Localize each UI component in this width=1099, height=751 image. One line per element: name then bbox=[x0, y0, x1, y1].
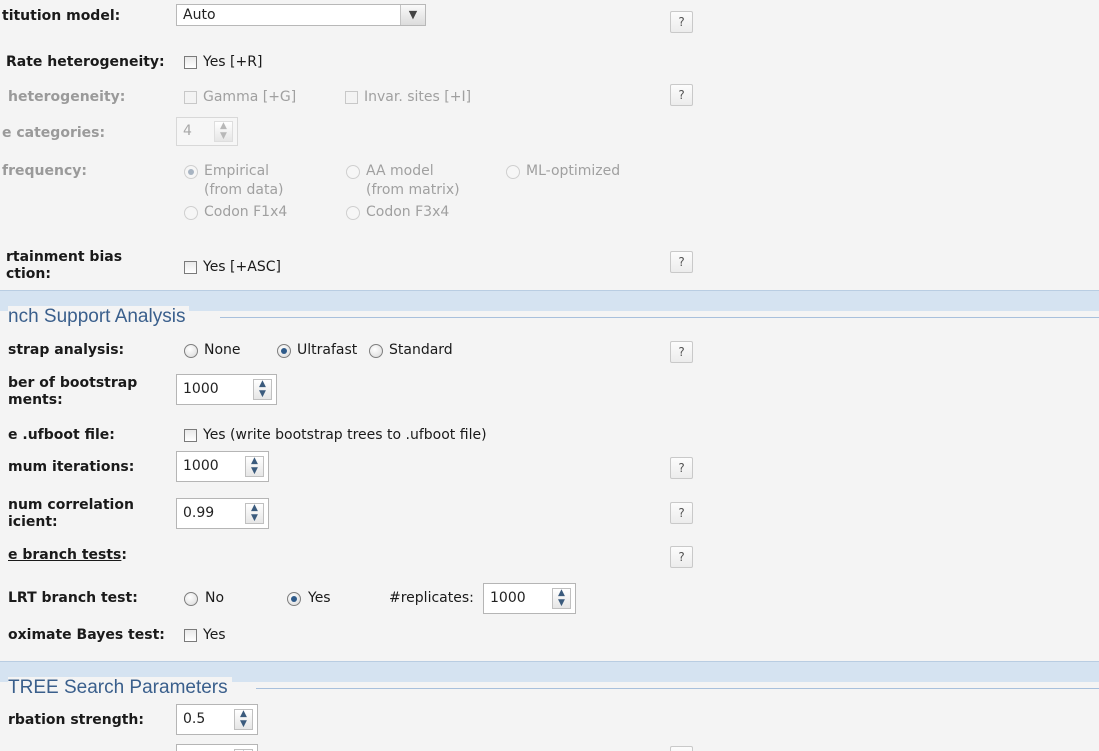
rate-categories-value: 4 bbox=[183, 123, 192, 139]
gamma-option: Gamma [+G] bbox=[203, 89, 297, 105]
alrt-no-label: No bbox=[205, 590, 225, 606]
bootstrap-none-radio[interactable] bbox=[184, 344, 198, 358]
bootstrap-ultrafast-label: Ultrafast bbox=[297, 342, 358, 358]
search-parameters-section-title: TREE Search Parameters bbox=[8, 677, 232, 699]
min-correlation-spinner[interactable]: 0.99 ▲ ▼ bbox=[176, 498, 269, 529]
freq-empirical-radio[interactable] bbox=[184, 165, 198, 179]
freq-codon-f3x4-label: Codon F3x4 bbox=[366, 204, 450, 220]
gamma-checkbox[interactable] bbox=[184, 91, 197, 104]
substitution-model-label: titution model: bbox=[2, 8, 121, 24]
bootstrap-none-label: None bbox=[204, 342, 241, 358]
max-iterations-help-button[interactable]: ? bbox=[670, 457, 693, 479]
perturbation-strength-label: rbation strength: bbox=[8, 712, 144, 728]
rate-categories-spinner[interactable]: 4 ▲ ▼ bbox=[176, 117, 238, 146]
next-help-button-partial[interactable] bbox=[670, 746, 693, 751]
ascertainment-bias-checkbox[interactable] bbox=[184, 261, 197, 274]
freq-codon-f1x4-radio[interactable] bbox=[184, 206, 198, 220]
bootstrap-replicates-value: 1000 bbox=[183, 381, 219, 397]
next-spinner-partial[interactable]: ▲▼ bbox=[176, 744, 258, 751]
max-iterations-spinner[interactable]: 1000 ▲ ▼ bbox=[176, 451, 269, 482]
bootstrap-help-button[interactable]: ? bbox=[670, 341, 693, 363]
freq-codon-f1x4-label: Codon F1x4 bbox=[204, 204, 288, 220]
spinner-arrows-icon[interactable]: ▲▼ bbox=[552, 588, 571, 609]
bootstrap-standard-radio[interactable] bbox=[369, 344, 383, 358]
rate-heterogeneity-checkbox[interactable] bbox=[184, 56, 197, 69]
rate-heterogeneity-option: Yes [+R] bbox=[203, 54, 263, 70]
freq-codon-f3x4-radio[interactable] bbox=[346, 206, 360, 220]
max-iterations-label: mum iterations: bbox=[8, 459, 135, 475]
ascertainment-bias-option: Yes [+ASC] bbox=[203, 259, 281, 275]
alrt-replicates-value: 1000 bbox=[490, 590, 526, 606]
perturbation-strength-spinner[interactable]: 0.5 ▲ ▼ bbox=[176, 704, 258, 735]
branch-support-section-title: nch Support Analysis bbox=[8, 306, 190, 328]
section-divider bbox=[220, 317, 1099, 318]
perturbation-strength-value: 0.5 bbox=[183, 711, 206, 727]
invar-sites-checkbox[interactable] bbox=[345, 91, 358, 104]
min-correlation-value: 0.99 bbox=[183, 505, 215, 521]
bootstrap-replicates-label-line2: ments: bbox=[8, 392, 63, 408]
alrt-yes-radio[interactable] bbox=[287, 592, 301, 606]
substitution-model-select[interactable]: Auto ▼ bbox=[176, 4, 426, 26]
invar-sites-option: Invar. sites [+I] bbox=[364, 89, 472, 105]
ascertainment-bias-help-button[interactable]: ? bbox=[670, 251, 693, 273]
search-parameters-section-header: TREE Search Parameters bbox=[0, 661, 1099, 699]
iqtree-options-panel: titution model: Auto ▼ ? Rate heterogene… bbox=[0, 0, 1099, 751]
freq-aa-model-radio[interactable] bbox=[346, 165, 360, 179]
spinner-arrows-icon[interactable]: ▲▼ bbox=[245, 503, 264, 524]
section-divider bbox=[256, 688, 1099, 689]
min-correlation-label-line1: num correlation bbox=[8, 497, 134, 513]
max-iterations-value: 1000 bbox=[183, 458, 219, 474]
heterogeneity-label: heterogeneity: bbox=[8, 89, 126, 105]
freq-aa-model-label: AA model bbox=[366, 163, 434, 179]
freq-ml-optimized-label: ML-optimized bbox=[526, 163, 621, 179]
heterogeneity-help-button[interactable]: ? bbox=[670, 84, 693, 106]
bootstrap-ultrafast-radio[interactable] bbox=[277, 344, 291, 358]
chevron-down-icon[interactable]: ▼ bbox=[400, 5, 425, 25]
alrt-replicates-label: #replicates: bbox=[389, 590, 474, 606]
substitution-model-help-button[interactable]: ? bbox=[670, 11, 693, 33]
ascertainment-bias-label-line2: ction: bbox=[6, 266, 51, 282]
ufboot-file-checkbox[interactable] bbox=[184, 429, 197, 442]
alrt-yes-label: Yes bbox=[308, 590, 331, 606]
freq-empirical-sublabel: (from data) bbox=[204, 182, 284, 198]
single-branch-tests-link-wrap: e branch tests: bbox=[8, 547, 127, 564]
ascertainment-bias-label-line1: rtainment bias bbox=[6, 249, 123, 265]
spinner-arrows-icon[interactable]: ▲▼ bbox=[245, 456, 264, 477]
approx-bayes-test-option: Yes bbox=[203, 627, 226, 643]
freq-aa-model-sublabel: (from matrix) bbox=[366, 182, 460, 198]
alrt-no-radio[interactable] bbox=[184, 592, 198, 606]
rate-heterogeneity-label: Rate heterogeneity: bbox=[6, 54, 165, 70]
substitution-model-value: Auto bbox=[183, 7, 216, 23]
bootstrap-standard-label: Standard bbox=[389, 342, 453, 358]
spinner-arrows-icon[interactable]: ▲▼ bbox=[253, 379, 272, 400]
single-branch-tests-colon: : bbox=[121, 547, 128, 563]
freq-empirical-label: Empirical bbox=[204, 163, 270, 179]
spinner-arrows-icon[interactable]: ▲▼ bbox=[214, 121, 233, 142]
min-correlation-label-line2: icient: bbox=[8, 514, 58, 530]
state-frequency-label: frequency: bbox=[2, 163, 87, 179]
ufboot-file-label: e .ufboot file: bbox=[8, 427, 115, 443]
alrt-branch-test-label: LRT branch test: bbox=[8, 590, 138, 606]
bootstrap-analysis-label: strap analysis: bbox=[8, 342, 125, 358]
ufboot-file-option: Yes (write bootstrap trees to .ufboot fi… bbox=[203, 427, 487, 443]
rate-categories-label: e categories: bbox=[2, 125, 106, 141]
approx-bayes-test-label: oximate Bayes test: bbox=[8, 627, 165, 643]
single-branch-tests-link[interactable]: e branch tests bbox=[8, 547, 121, 563]
approx-bayes-test-checkbox[interactable] bbox=[184, 629, 197, 642]
branch-support-section-header: nch Support Analysis bbox=[0, 290, 1099, 328]
alrt-replicates-spinner[interactable]: 1000 ▲ ▼ bbox=[483, 583, 576, 614]
bootstrap-replicates-spinner[interactable]: 1000 ▲ ▼ bbox=[176, 374, 277, 405]
bootstrap-replicates-label-line1: ber of bootstrap bbox=[8, 375, 138, 391]
min-correlation-help-button[interactable]: ? bbox=[670, 502, 693, 524]
single-branch-tests-help-button[interactable]: ? bbox=[670, 546, 693, 568]
freq-ml-optimized-radio[interactable] bbox=[506, 165, 520, 179]
spinner-arrows-icon[interactable]: ▲▼ bbox=[234, 709, 253, 730]
